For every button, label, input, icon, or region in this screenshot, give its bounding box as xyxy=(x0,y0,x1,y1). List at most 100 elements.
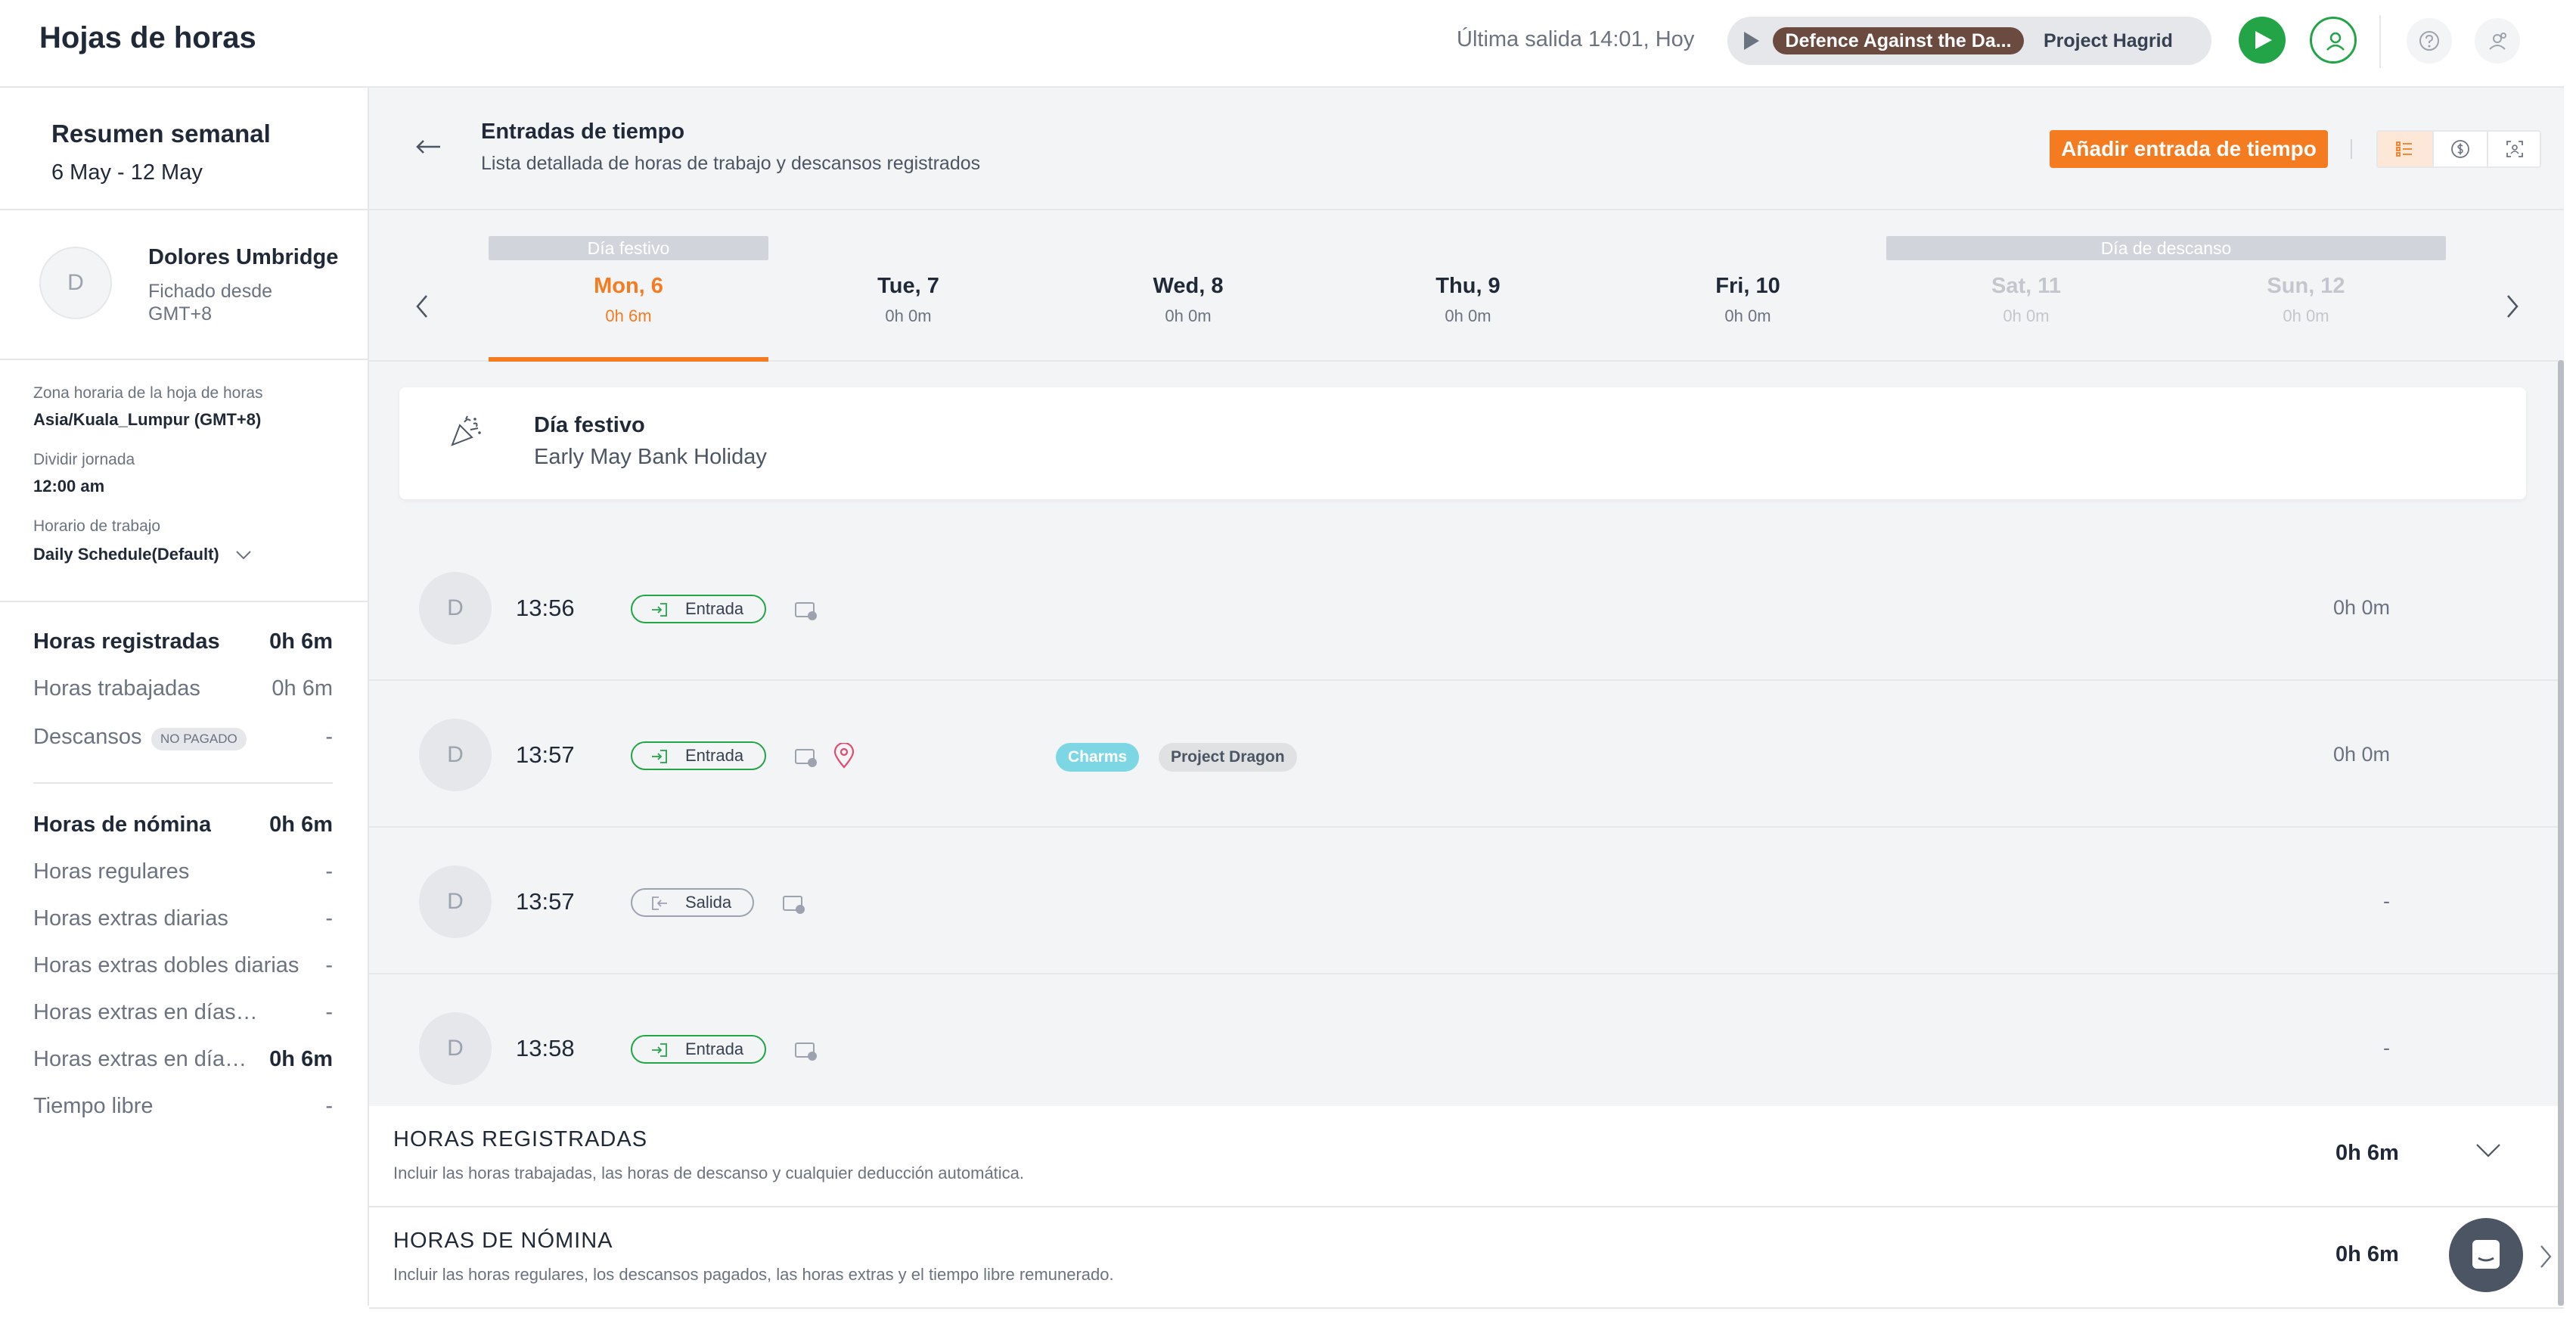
next-week-chevron-icon[interactable] xyxy=(2505,294,2520,319)
chat-support-button[interactable] xyxy=(2449,1218,2523,1292)
time-entry-row[interactable]: D 13:57 Salida - xyxy=(369,828,2564,974)
active-timer[interactable]: Defence Against the Da... Project Hagrid xyxy=(1727,17,2211,65)
device-icon xyxy=(795,1042,817,1061)
payroll-hours-value: 0h 6m xyxy=(269,813,333,837)
scrollbar-thumb[interactable] xyxy=(2558,360,2564,1306)
payroll-hours-row: Horas de nómina 0h 6m xyxy=(33,813,333,843)
day-sun-12[interactable]: Sun, 12 0h 0m xyxy=(2166,274,2446,326)
view-toggle-group xyxy=(2376,130,2541,168)
day-label: Sat, 11 xyxy=(1991,274,2061,298)
rest-day-overtime-value: - xyxy=(325,1000,333,1024)
day-hours: 0h 0m xyxy=(2003,306,2050,325)
weekly-summary-title: Resumen semanal xyxy=(51,120,271,148)
time-entry-row[interactable]: D 13:58 Entrada - xyxy=(369,974,2564,1121)
selected-day-indicator xyxy=(489,357,768,362)
breaks-label: Descansos xyxy=(33,725,142,749)
payroll-hours-summary[interactable]: HORAS DE NÓMINA Incluir las horas regula… xyxy=(369,1207,2564,1309)
dollar-icon xyxy=(2451,140,2469,158)
clock-in-icon xyxy=(652,603,667,617)
time-entries-header: Entradas de tiempo Lista detallada de ho… xyxy=(369,88,2564,210)
summary-description: Incluir las horas regulares, los descans… xyxy=(393,1265,1114,1284)
summary-title: HORAS DE NÓMINA xyxy=(393,1229,613,1253)
time-off-value: - xyxy=(325,1094,333,1118)
toolbar-divider xyxy=(2351,139,2352,159)
rest-day-overtime-row: Horas extras en días de descanso - xyxy=(33,1000,333,1030)
previous-week-chevron-icon[interactable] xyxy=(414,294,430,319)
device-icon xyxy=(795,749,817,767)
entry-type-label: Entrada xyxy=(685,599,744,618)
work-schedule-select[interactable]: Daily Schedule(Default) xyxy=(33,545,219,564)
user-clock-button[interactable] xyxy=(2310,17,2357,64)
breaks-value: - xyxy=(325,725,333,749)
user-circle-icon xyxy=(2326,32,2345,51)
split-day-label: Dividir jornada xyxy=(33,451,135,468)
time-entry-row[interactable]: D 13:57 Entrada Charms Project Dragon 0h… xyxy=(369,681,2564,828)
play-icon xyxy=(2255,31,2272,49)
entry-duration: 0h 0m xyxy=(2332,743,2390,766)
chevron-right-icon[interactable] xyxy=(2538,1244,2553,1269)
day-tue-7[interactable]: Tue, 7 0h 0m xyxy=(768,274,1048,326)
settings-button[interactable] xyxy=(2475,18,2520,64)
daily-overtime-value: - xyxy=(325,906,333,931)
sidebar-divider xyxy=(33,782,333,784)
back-arrow-icon[interactable] xyxy=(414,138,442,156)
day-label: Wed, 8 xyxy=(1153,274,1224,298)
day-label: Mon, 6 xyxy=(594,274,663,298)
add-time-entry-button[interactable]: Añadir entrada de tiempo xyxy=(2050,130,2328,168)
cost-view-button[interactable] xyxy=(2432,132,2487,166)
day-hours: 0h 0m xyxy=(885,306,932,325)
day-thu-9[interactable]: Thu, 9 0h 0m xyxy=(1328,274,1608,326)
section-title: Entradas de tiempo xyxy=(481,120,685,144)
help-icon xyxy=(2419,31,2439,51)
holiday-name: Early May Bank Holiday xyxy=(534,445,767,469)
recorded-hours-summary[interactable]: HORAS REGISTRADAS Incluir las horas trab… xyxy=(369,1106,2564,1207)
page-title: Hojas de horas xyxy=(39,21,256,54)
chevron-down-icon[interactable] xyxy=(234,549,253,561)
work-schedule-label: Horario de trabajo xyxy=(33,517,161,535)
time-entry-row[interactable]: D 13:56 Entrada 0h 0m xyxy=(369,534,2564,681)
summary-value: 0h 6m xyxy=(2335,1141,2399,1165)
clock-in-icon xyxy=(652,750,667,763)
top-bar: Hojas de horas Última salida 14:01, Hoy … xyxy=(0,0,2564,88)
worked-hours-row: Horas trabajadas 0h 6m xyxy=(33,676,333,707)
regular-hours-row: Horas regulares - xyxy=(33,859,333,890)
day-mon-6[interactable]: Mon, 6 0h 6m xyxy=(489,274,768,326)
entry-time: 13:57 xyxy=(516,888,575,915)
chevron-down-icon[interactable] xyxy=(2475,1142,2502,1159)
help-button[interactable] xyxy=(2407,18,2452,64)
clock-in-icon xyxy=(652,1043,667,1057)
holiday-card: Día festivo Early May Bank Holiday xyxy=(399,387,2526,499)
day-label: Thu, 9 xyxy=(1435,274,1501,298)
holiday-title: Día festivo xyxy=(534,413,645,437)
summary-description: Incluir las horas trabajadas, las horas … xyxy=(393,1164,1025,1182)
location-pin-icon[interactable] xyxy=(833,743,855,769)
split-day-value: 12:00 am xyxy=(33,477,105,496)
regular-hours-label: Horas regulares xyxy=(33,859,190,884)
entry-type-label: Entrada xyxy=(685,746,744,765)
time-entries-panel: Entradas de tiempo Lista detallada de ho… xyxy=(369,88,2564,1309)
summary-value: 0h 6m xyxy=(2335,1242,2399,1266)
chat-icon xyxy=(2472,1240,2500,1269)
clocked-from-text: Fichado desde GMT+8 xyxy=(148,281,273,325)
timer-task-label[interactable]: Defence Against the Da... xyxy=(1773,27,2024,54)
scan-view-button[interactable] xyxy=(2487,132,2541,166)
day-hours: 0h 6m xyxy=(605,306,652,325)
avatar: D xyxy=(419,719,492,791)
daily-double-overtime-value: - xyxy=(325,953,333,977)
list-view-button[interactable] xyxy=(2378,132,2432,166)
day-wed-8[interactable]: Wed, 8 0h 0m xyxy=(1048,274,1328,326)
date-range: 6 May - 12 May xyxy=(51,160,203,185)
avatar: D xyxy=(419,572,492,645)
weekly-summary-header: Resumen semanal 6 May - 12 May xyxy=(0,88,368,210)
timer-project-label[interactable]: Project Hagrid xyxy=(2044,27,2173,54)
day-fri-10[interactable]: Fri, 10 0h 0m xyxy=(1608,274,1888,326)
entry-time: 13:56 xyxy=(516,595,575,621)
day-sat-11[interactable]: Sat, 11 0h 0m xyxy=(1886,274,2166,326)
list-view-icon xyxy=(2396,141,2412,157)
start-timer-button[interactable] xyxy=(2239,17,2286,64)
timezone-value: Asia/Kuala_Lumpur (GMT+8) xyxy=(33,410,262,429)
day-hours: 0h 0m xyxy=(1445,306,1491,325)
weekly-summary-sidebar: Resumen semanal 6 May - 12 May D Dolores… xyxy=(0,88,369,1306)
day-label: Sun, 12 xyxy=(2267,274,2345,298)
day-hours: 0h 0m xyxy=(2283,306,2329,325)
